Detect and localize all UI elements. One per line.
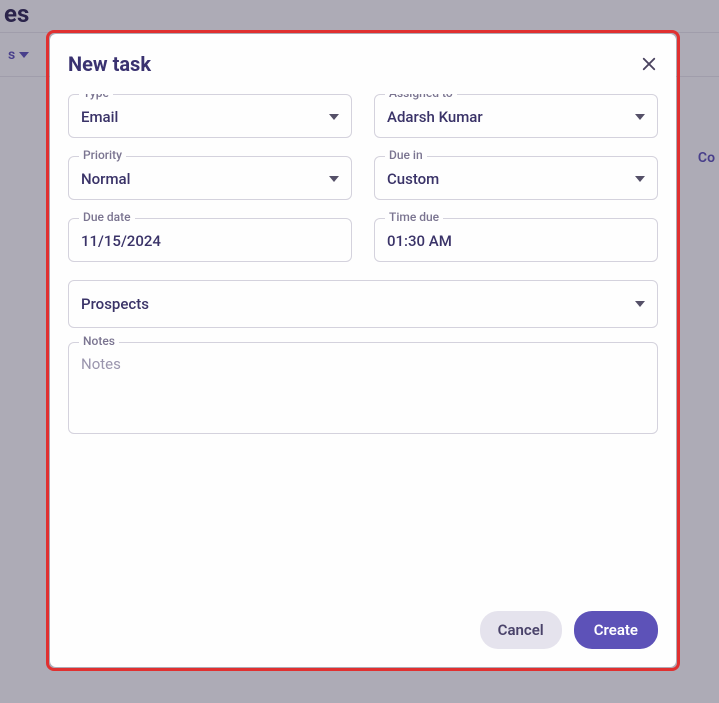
time-due-field[interactable] bbox=[387, 232, 645, 250]
prospects-value: Prospects bbox=[81, 295, 149, 313]
caret-down-icon bbox=[635, 114, 645, 120]
due-in-select[interactable]: Due in Custom bbox=[374, 156, 658, 200]
priority-value: Normal bbox=[81, 170, 130, 188]
time-due-label: Time due bbox=[385, 210, 443, 224]
assigned-to-label: Assigned to bbox=[385, 94, 457, 100]
priority-select[interactable]: Priority Normal bbox=[68, 156, 352, 200]
modal-highlight-border: New task Type Email Assigned to bbox=[46, 30, 680, 671]
priority-label: Priority bbox=[79, 148, 126, 162]
prospects-select[interactable]: Prospects bbox=[68, 280, 658, 328]
assigned-to-value: Adarsh Kumar bbox=[387, 108, 483, 126]
create-button[interactable]: Create bbox=[574, 611, 658, 649]
type-value: Email bbox=[81, 108, 118, 126]
due-date-input[interactable]: Due date bbox=[68, 218, 352, 262]
caret-down-icon bbox=[329, 114, 339, 120]
type-label: Type bbox=[79, 94, 113, 100]
due-in-value: Custom bbox=[387, 170, 439, 188]
notes-label: Notes bbox=[79, 334, 119, 348]
caret-down-icon bbox=[635, 176, 645, 182]
modal-header: New task bbox=[68, 52, 658, 76]
type-select[interactable]: Type Email bbox=[68, 94, 352, 138]
notes-textarea[interactable] bbox=[81, 355, 645, 421]
time-due-input[interactable]: Time due bbox=[374, 218, 658, 262]
caret-down-icon bbox=[635, 301, 645, 307]
new-task-modal: New task Type Email Assigned to bbox=[50, 34, 676, 667]
assigned-to-select[interactable]: Assigned to Adarsh Kumar bbox=[374, 94, 658, 138]
caret-down-icon bbox=[329, 176, 339, 182]
due-date-field[interactable] bbox=[81, 232, 339, 250]
due-date-label: Due date bbox=[79, 210, 135, 224]
notes-field-wrap: Notes bbox=[68, 342, 658, 434]
due-in-label: Due in bbox=[385, 148, 427, 162]
modal-title: New task bbox=[68, 52, 151, 76]
cancel-button[interactable]: Cancel bbox=[480, 611, 562, 649]
modal-footer: Cancel Create bbox=[68, 601, 658, 649]
close-icon[interactable] bbox=[640, 55, 658, 73]
modal-body: Type Email Assigned to Adarsh Kumar bbox=[68, 94, 658, 601]
